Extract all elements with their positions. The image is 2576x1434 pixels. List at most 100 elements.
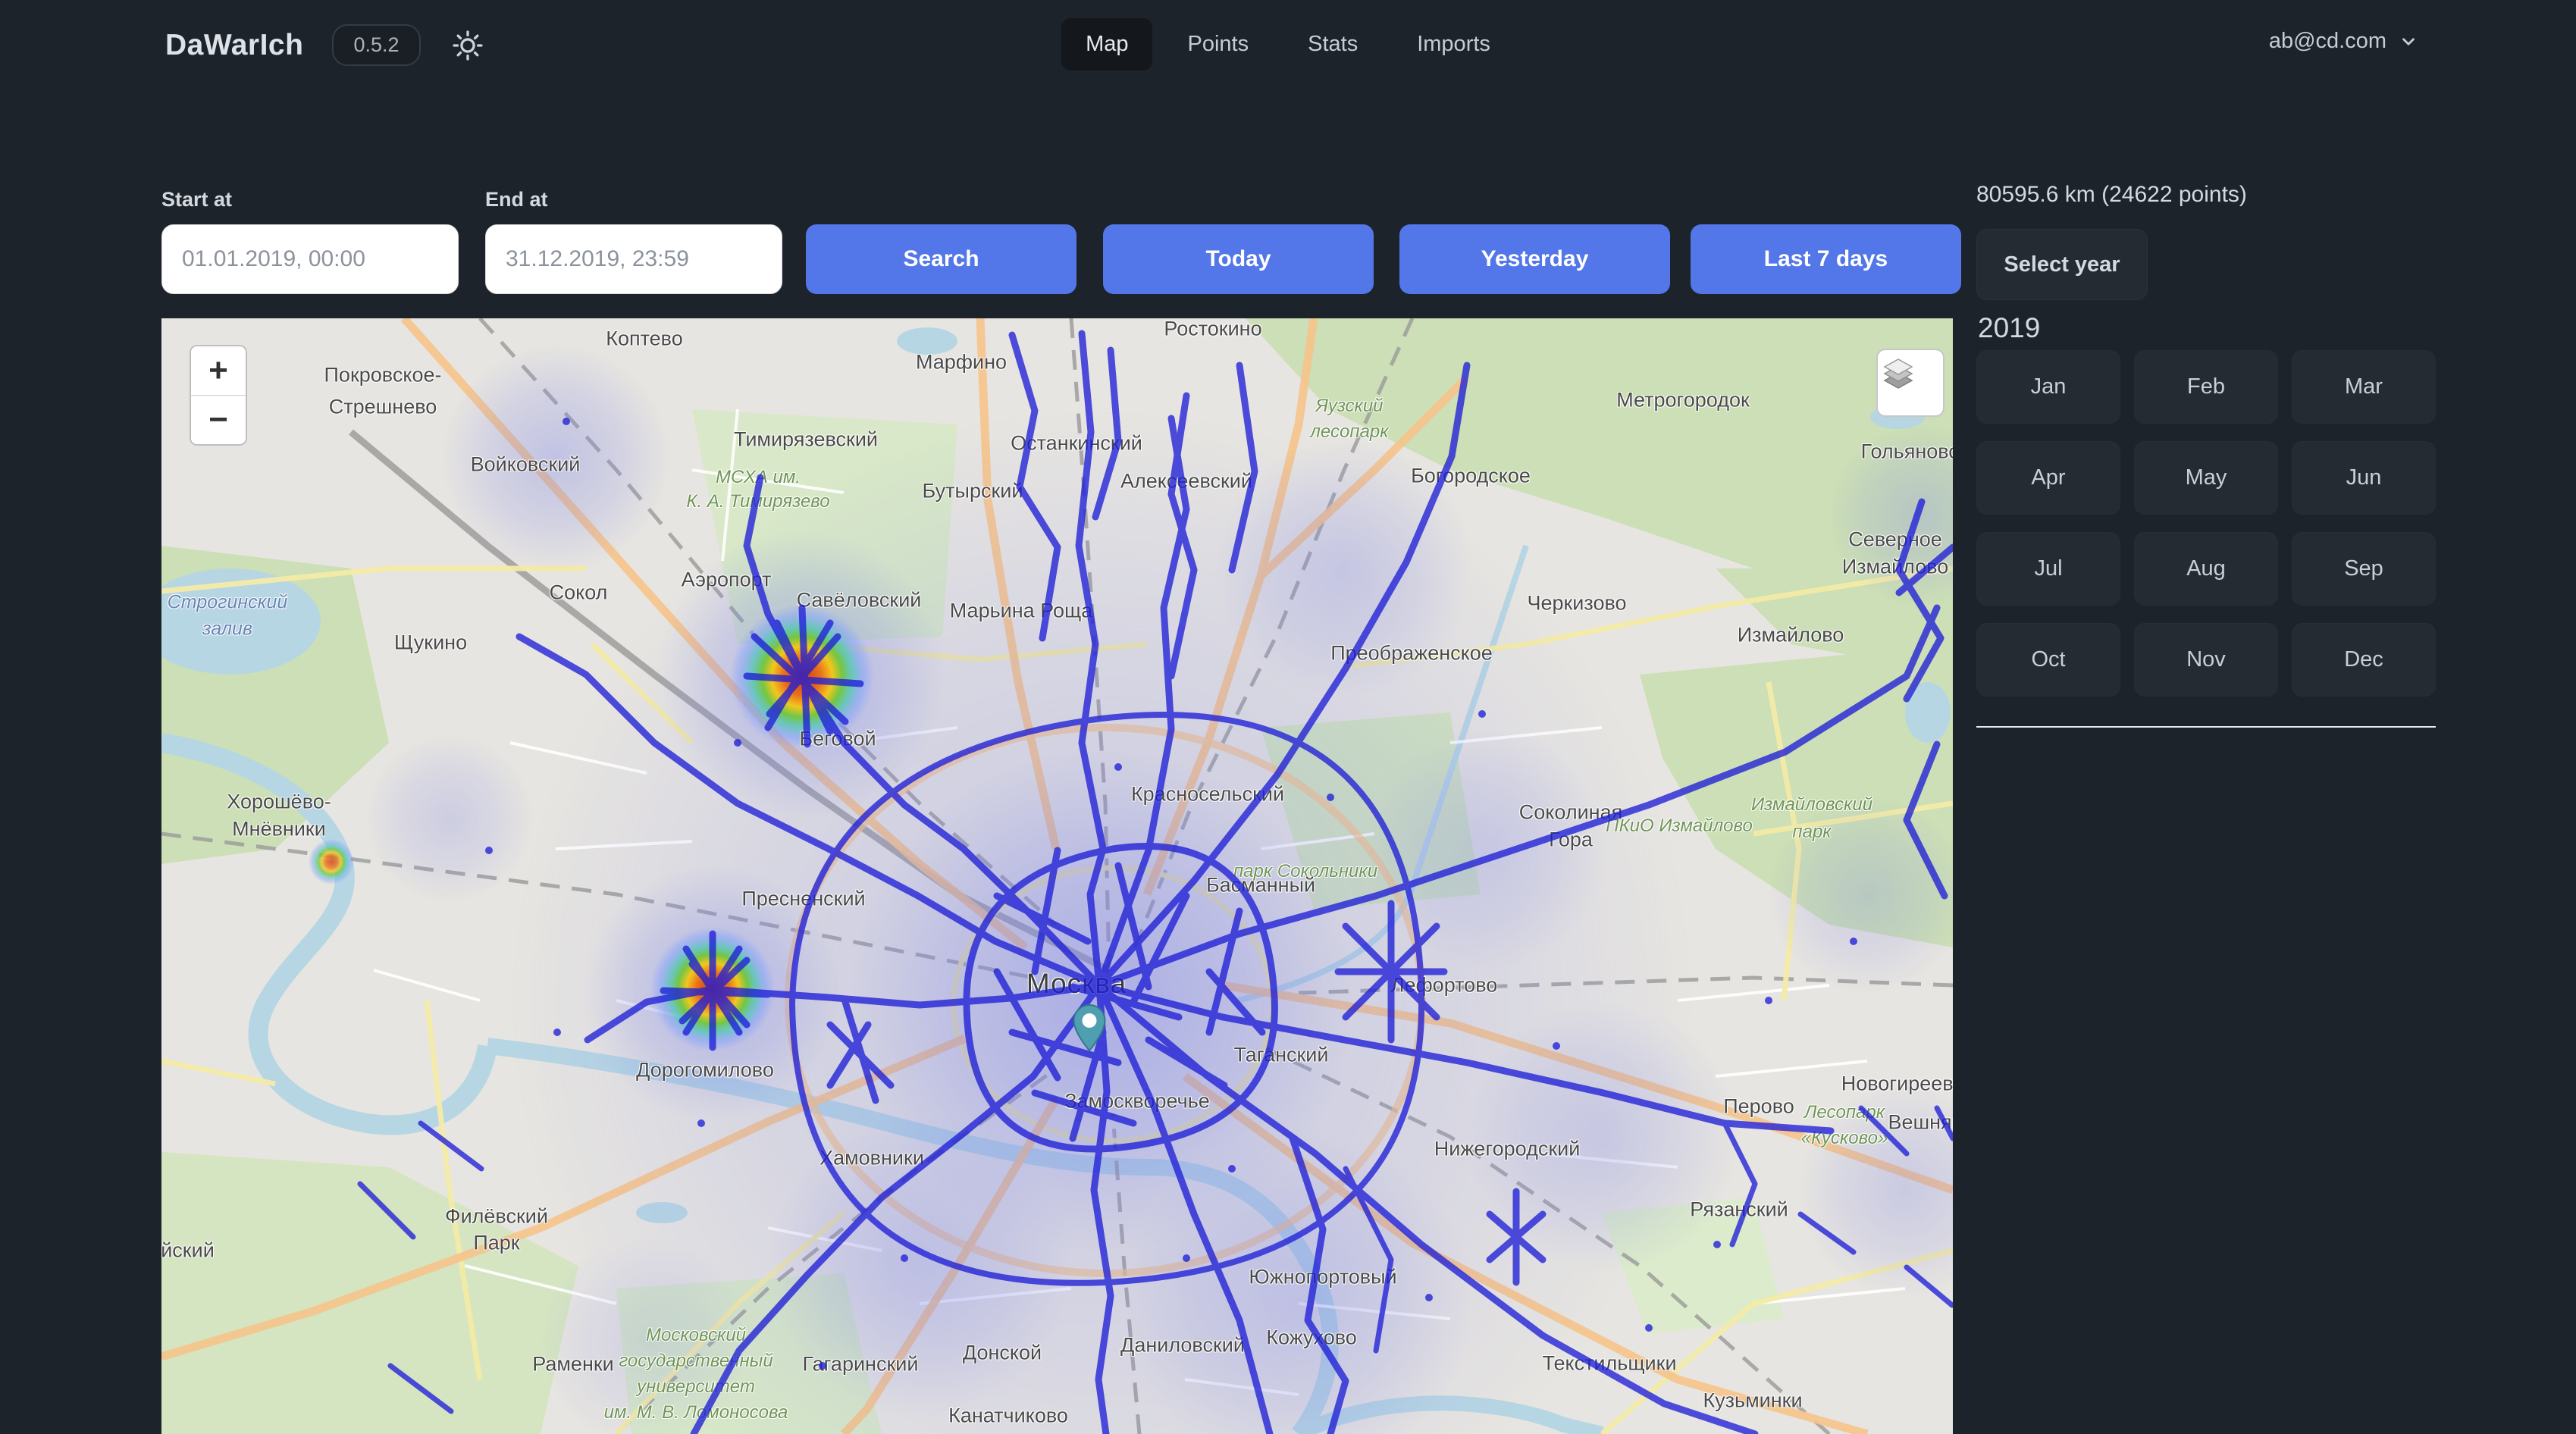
- end-at-label: End at: [485, 188, 548, 211]
- map-place-label: Тимирязевский: [734, 428, 878, 452]
- zoom-in-button[interactable]: +: [191, 346, 246, 396]
- distance-summary: 80595.6 km (24622 points): [1976, 182, 2247, 208]
- tab-points[interactable]: Points: [1164, 18, 1274, 70]
- map-place-label: Красносельский: [1131, 783, 1284, 806]
- map-place-label: Северное: [1848, 528, 1942, 552]
- month-button[interactable]: Dec: [2292, 623, 2436, 697]
- yesterday-button[interactable]: Yesterday: [1399, 224, 1670, 294]
- map-place-label: им. М. В. Ломоносова: [604, 1402, 788, 1423]
- map-place-label: Беговой: [799, 728, 876, 751]
- map-place-label: Ростокино: [1164, 318, 1261, 341]
- map-place-label: Рязанский: [1690, 1198, 1788, 1222]
- month-button[interactable]: Aug: [2134, 532, 2278, 606]
- tab-imports[interactable]: Imports: [1393, 18, 1515, 70]
- month-button[interactable]: Oct: [1976, 623, 2120, 697]
- map-place-label: Покровское-: [324, 364, 442, 387]
- tab-stats[interactable]: Stats: [1283, 18, 1382, 70]
- map-place-label: Даниловский: [1120, 1334, 1245, 1357]
- layers-control-button[interactable]: [1876, 349, 1945, 417]
- month-button[interactable]: Apr: [1976, 441, 2120, 515]
- search-button[interactable]: Search: [806, 224, 1076, 294]
- map-place-label: Строгинский: [168, 592, 288, 614]
- sidebar-divider: [1976, 726, 2436, 728]
- map-place-label: Богородское: [1411, 465, 1531, 488]
- map-place-label: Московский: [646, 1325, 746, 1346]
- map-place-label: Раменки: [532, 1353, 614, 1376]
- map-place-label: «Кусково»: [1801, 1128, 1888, 1149]
- month-button[interactable]: Mar: [2292, 350, 2436, 424]
- navbar: DaWarIch 0.5.2 Map Points Stats Imports …: [0, 0, 2576, 89]
- map-place-label: айский: [161, 1239, 215, 1263]
- map-place-label: Хамовники: [819, 1147, 924, 1170]
- select-year-button[interactable]: Select year: [1976, 229, 2148, 300]
- end-at-input[interactable]: [485, 224, 782, 294]
- map-place-label: Пресненский: [741, 888, 865, 911]
- map-place-label: Останкинский: [1011, 432, 1142, 456]
- map-place-label: Парк: [473, 1232, 519, 1255]
- month-button[interactable]: Feb: [2134, 350, 2278, 424]
- map-place-label: Текстильщики: [1542, 1352, 1676, 1376]
- map-labels-layer: Ростокино Покровское- Стрешнево Коптево Тими…: [161, 318, 1953, 1434]
- theme-toggle-button[interactable]: [450, 27, 486, 64]
- zoom-out-button[interactable]: −: [191, 396, 246, 444]
- map-place-label: Щукино: [394, 631, 467, 655]
- map-place-label: Донской: [963, 1342, 1042, 1365]
- last-7-days-button[interactable]: Last 7 days: [1691, 224, 1961, 294]
- map-place-label: Басманный: [1206, 874, 1315, 897]
- map-place-label: Москва: [1026, 968, 1127, 1000]
- month-button[interactable]: May: [2134, 441, 2278, 515]
- today-button[interactable]: Today: [1103, 224, 1374, 294]
- month-button[interactable]: Jun: [2292, 441, 2436, 515]
- map-place-label: Кожухово: [1266, 1326, 1357, 1350]
- map-place-label: Лефортово: [1391, 974, 1498, 997]
- map-place-label: Черкизово: [1527, 592, 1626, 615]
- version-badge: 0.5.2: [332, 24, 420, 66]
- map-place-label: Хорошёво-: [227, 791, 331, 814]
- map-place-label: Преображенское: [1330, 642, 1493, 665]
- map-place-label: Новогиреево: [1841, 1072, 1953, 1096]
- layers-icon: [1878, 350, 1919, 391]
- map-place-label: Замоскворечье: [1064, 1090, 1210, 1113]
- map-place-label: Измайлово: [1842, 556, 1949, 579]
- map-place-label: Южнопортовый: [1249, 1266, 1396, 1289]
- map-place-label: Алексеевский: [1120, 470, 1252, 493]
- map-place-label: Вешняки: [1888, 1111, 1953, 1135]
- year-heading: 2019: [1978, 312, 2040, 344]
- map-canvas[interactable]: Ростокино Покровское- Стрешнево Коптево Тими…: [161, 318, 1953, 1434]
- map-place-label: Перово: [1723, 1095, 1794, 1119]
- user-email: ab@cd.com: [2269, 29, 2386, 54]
- month-button[interactable]: Nov: [2134, 623, 2278, 697]
- map-place-label: государственный: [619, 1351, 772, 1372]
- month-button[interactable]: Sep: [2292, 532, 2436, 606]
- map-place-label: К. А. Тимирязево: [686, 491, 829, 512]
- map-place-label: лесопарк: [1310, 421, 1388, 443]
- map-place-label: Стрешнево: [329, 396, 437, 419]
- map-place-label: Гагаринский: [803, 1353, 919, 1376]
- brand: DaWarIch 0.5.2: [165, 24, 486, 66]
- map-place-label: Таганский: [1234, 1044, 1329, 1067]
- map-place-label: парк: [1792, 822, 1831, 843]
- user-menu[interactable]: ab@cd.com: [2269, 29, 2418, 54]
- map-place-label: Канатчиково: [948, 1404, 1068, 1428]
- map-place-label: Гольяново: [1861, 440, 1953, 464]
- month-button[interactable]: Jul: [1976, 532, 2120, 606]
- months-grid: JanFebMar AprMayJun JulAugSep OctNovDec: [1976, 350, 2436, 697]
- map-place-label: МСХА им.: [716, 467, 801, 488]
- map-place-label: Сокол: [550, 581, 608, 605]
- map-place-label: Метрогородок: [1616, 389, 1750, 412]
- map-place-label: Яузский: [1315, 396, 1383, 417]
- start-at-input[interactable]: [161, 224, 459, 294]
- map-place-label: Гора: [1549, 828, 1593, 852]
- map-place-label: Измайловский: [1751, 794, 1872, 816]
- map-place-label: Измайлово: [1738, 624, 1844, 647]
- map-place-label: Марфино: [916, 351, 1007, 374]
- map-place-label: Коптево: [606, 327, 683, 351]
- map-place-label: Филёвский: [445, 1205, 548, 1229]
- sun-icon: [451, 29, 484, 62]
- tab-map[interactable]: Map: [1061, 18, 1152, 70]
- start-at-label: Start at: [161, 188, 232, 211]
- map-place-label: Мнёвники: [232, 818, 326, 841]
- month-button[interactable]: Jan: [1976, 350, 2120, 424]
- map-place-label: Лесопарк: [1804, 1102, 1885, 1123]
- map-place-label: залив: [202, 618, 252, 640]
